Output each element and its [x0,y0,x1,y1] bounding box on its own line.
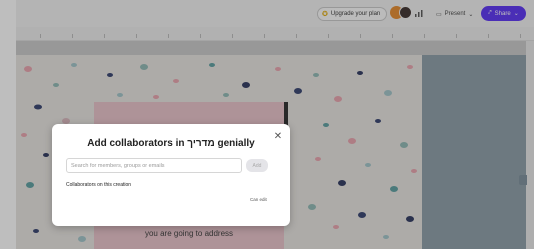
close-icon[interactable]: ✕ [272,130,284,142]
collaborator-search-input[interactable] [66,158,242,173]
collaborators-section-label: Collaborators on this creation [66,182,132,188]
add-button[interactable]: Add [246,159,268,172]
add-collaborators-dialog: Add collaborators in מדריך genially ✕ Ad… [52,124,290,226]
permission-dropdown[interactable]: Can edit [250,197,267,202]
dialog-title: Add collaborators in מדריך genially [87,138,255,149]
